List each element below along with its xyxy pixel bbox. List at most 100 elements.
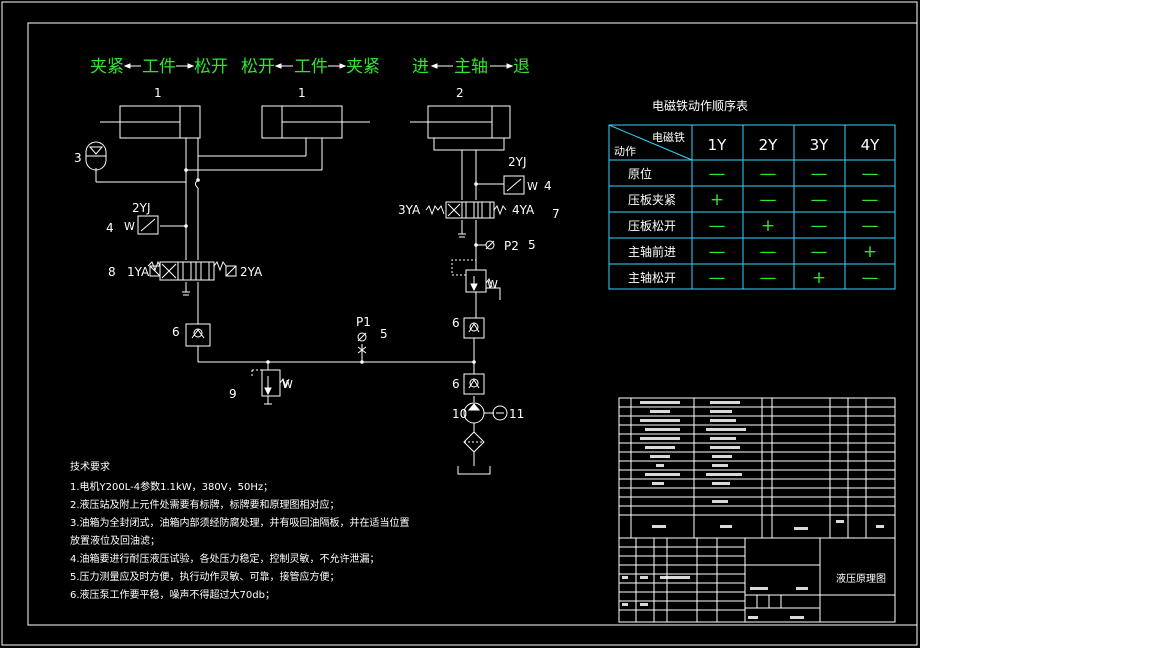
- label-check-b: 6: [452, 316, 460, 330]
- table-row-action: 原位: [628, 166, 652, 181]
- table-corner-top: 电磁铁: [652, 131, 685, 144]
- table-cell-state: +: [761, 216, 775, 236]
- valve-left: [147, 260, 237, 281]
- table-cell-state: —: [760, 190, 777, 210]
- label-relief-valve: 9: [229, 387, 237, 401]
- header-label: 松开: [241, 57, 275, 77]
- table-row-action: 压板松开: [628, 219, 676, 233]
- table-column-header: 2Y: [759, 136, 779, 154]
- table-row-action: 主轴前进: [628, 244, 676, 259]
- label-cyl-left-b: 1: [298, 86, 306, 100]
- table-cell-state: —: [709, 216, 726, 236]
- table-cell-state: —: [760, 242, 777, 262]
- title-block-marks: [622, 576, 808, 619]
- label-2ya: 2YA: [240, 265, 263, 279]
- table-column-header: 3Y: [810, 136, 830, 154]
- label-valve-left: 8: [108, 265, 116, 279]
- table-corner-bottom: 动作: [614, 145, 636, 158]
- label-check-c: 6: [452, 377, 460, 391]
- label-3ya: 3YA: [398, 203, 421, 217]
- label-accumulator: 3: [74, 151, 82, 165]
- table-row-action: 主轴松开: [628, 270, 676, 285]
- check-valve-c: [463, 373, 485, 395]
- tech-item: 放置液位及回油滤；: [70, 534, 160, 547]
- tech-item: 6.液压泵工作要平稳，噪声不得超过大70db；: [70, 588, 275, 601]
- table-cell-state: —: [811, 164, 828, 184]
- label-cyl-left-a: 1: [154, 86, 162, 100]
- table-cell-state: —: [811, 216, 828, 236]
- table-cell-state: —: [811, 190, 828, 210]
- header-labels: 夹紧 工件 松开 松开 工件 夹紧 进 主轴 退: [90, 57, 530, 77]
- pump: [463, 402, 494, 424]
- label-1ya: 1YA: [127, 265, 150, 279]
- label-w3: W: [527, 180, 538, 193]
- table-cell-state: —: [760, 164, 777, 184]
- label-w2: W: [282, 378, 293, 391]
- gauge-p1: [357, 332, 367, 354]
- header-label: 夹紧: [346, 57, 380, 77]
- label-w4: W: [487, 278, 498, 291]
- check-valve-b: [463, 317, 485, 339]
- header-label: 退: [513, 57, 530, 77]
- header-label: 主轴: [454, 57, 488, 77]
- label-cyl-right: 2: [456, 86, 464, 100]
- tech-item: 5.压力测量应及时方便，执行动作灵敏、可靠，接管应方便；: [70, 570, 340, 583]
- sequence-table-title: 电磁铁动作顺序表: [652, 98, 748, 113]
- pressure-switch-left: [137, 215, 159, 235]
- left-circuit: [95, 138, 474, 370]
- table-cell-state: +: [812, 268, 826, 288]
- pressure-switch-right: [503, 175, 525, 195]
- label-4ya: 4YA: [512, 203, 535, 217]
- label-gauge-p1: 5: [380, 327, 388, 341]
- tech-title: 技术要求: [70, 460, 110, 473]
- header-label: 工件: [294, 57, 328, 77]
- drawing-title: 液压原理图: [836, 572, 886, 585]
- check-valve-a: [185, 323, 211, 347]
- label-2yj-left: 2YJ: [132, 201, 151, 215]
- inner-frame: [27, 22, 918, 626]
- table-row-action: 压板夹紧: [628, 193, 676, 207]
- label-pressure-switch-left: 4: [106, 221, 114, 235]
- header-label: 松开: [194, 57, 228, 77]
- motor: [492, 405, 508, 421]
- tech-item: 2.液压站及附上元件处需要有标牌，标牌要和原理图相对应；: [70, 498, 340, 511]
- label-gauge-p2: 5: [528, 238, 536, 252]
- table-cell-state: —: [862, 190, 879, 210]
- hydraulic-schematic: 夹紧 工件 松开 松开 工件 夹紧 进 主轴 退 1 1 2 3 4 4 5 5…: [1, 1, 918, 646]
- tech-requirements: 技术要求 1.电机Y200L-4参数1.1kW，380V，50Hz； 2.液压站…: [70, 460, 410, 601]
- table-cell-state: +: [863, 242, 877, 262]
- table-column-header: 4Y: [861, 136, 881, 154]
- table-column-header: 1Y: [708, 136, 728, 154]
- filter-tank: [457, 423, 491, 475]
- table-cell-state: —: [862, 216, 879, 236]
- header-label: 进: [412, 57, 429, 77]
- label-w1: W: [124, 220, 135, 233]
- label-p2: P2: [504, 239, 519, 253]
- label-motor: 11: [509, 407, 524, 421]
- cylinders: [100, 105, 511, 151]
- label-valve-right: 7: [552, 207, 560, 221]
- table-cell-state: —: [811, 242, 828, 262]
- table-cell-state: +: [710, 190, 724, 210]
- sequence-table: 电磁铁 动作 1Y 2Y 3Y 4Y 原位 压板夹紧 压板松开 主轴前进 主轴松…: [608, 124, 896, 290]
- table-cell-state: —: [862, 268, 879, 288]
- label-2yj-right: 2YJ: [508, 155, 527, 169]
- drawing-sheet: 夹紧 工件 松开 松开 工件 夹紧 进 主轴 退 1 1 2 3 4 4 5 5…: [0, 0, 920, 648]
- table-cell-state: —: [862, 164, 879, 184]
- valve-right: [425, 201, 507, 219]
- component-numbers: 1 1 2 3 4 4 5 5 6 6 6 7 8 9 10 11: [74, 86, 560, 421]
- label-p1: P1: [356, 315, 371, 329]
- tech-item: 3.油箱为全封闭式，油箱内部须经防腐处理，并有吸回油隔板，并在适当位置: [70, 516, 410, 529]
- label-check-a: 6: [172, 325, 180, 339]
- right-circuit: [458, 150, 504, 402]
- tech-item: 1.电机Y200L-4参数1.1kW，380V，50Hz；: [70, 480, 273, 493]
- tech-item: 4.油箱要进行耐压液压试验，各处压力稳定，控制灵敏，不允许泄漏；: [70, 552, 380, 565]
- label-pressure-switch-right: 4: [544, 179, 552, 193]
- table-cell-state: —: [709, 164, 726, 184]
- table-cell-state: —: [760, 268, 777, 288]
- table-cell-state: —: [709, 268, 726, 288]
- table-cell-state: —: [709, 242, 726, 262]
- header-label: 夹紧: [90, 57, 124, 77]
- gauge-p2: [485, 240, 495, 250]
- accumulator-symbol: [85, 141, 107, 171]
